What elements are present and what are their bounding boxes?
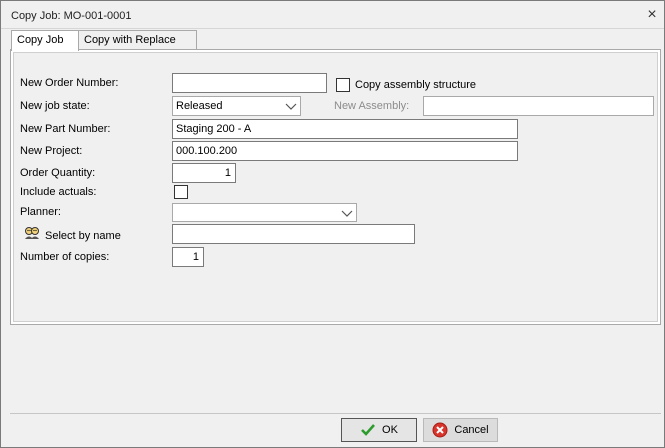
tab-copy-with-replace[interactable]: Copy with Replace [78,30,197,50]
new-part-number-input[interactable]: Staging 200 - A [172,119,518,139]
copy-assembly-label: Copy assembly structure [355,79,477,91]
button-bar: OK Cancel [10,413,661,447]
new-job-state-label: New job state: [20,100,90,112]
ok-button-label: OK [382,424,398,436]
ok-button[interactable]: OK [341,418,417,442]
planner-select[interactable] [172,203,357,222]
planner-label: Planner: [20,206,61,218]
new-order-number-input[interactable] [172,73,327,93]
order-quantity-label: Order Quantity: [20,167,96,179]
cancel-icon [432,422,448,438]
new-job-state-value: Released [176,100,223,112]
tab-copy-job-label: Copy Job [17,34,64,46]
cancel-button[interactable]: Cancel [423,418,498,442]
new-order-number-label: New Order Number: [20,77,119,89]
new-assembly-label: New Assembly: [334,100,410,112]
new-project-input[interactable]: 000.100.200 [172,141,518,161]
title-bar: Copy Job: MO-001-0001 × [1,1,664,29]
cancel-button-label: Cancel [454,424,489,436]
new-job-state-select[interactable]: Released [172,96,301,116]
copy-job-form: New Order Number: Copy assembly structur… [13,52,658,322]
copy-job-dialog: Copy Job: MO-001-0001 × Copy Job Copy wi… [0,0,665,448]
tab-copy-with-replace-label: Copy with Replace [84,34,176,46]
copy-job-panel: New Order Number: Copy assembly structur… [10,49,661,325]
window-title: Copy Job: MO-001-0001 [11,10,132,22]
chevron-down-icon [341,207,353,219]
copy-assembly-checkbox[interactable] [336,78,350,92]
new-part-number-label: New Part Number: [20,123,111,135]
include-actuals-checkbox[interactable] [174,185,188,199]
new-project-label: New Project: [20,145,83,157]
number-of-copies-input[interactable]: 1 [172,247,204,267]
people-icon[interactable] [24,226,40,240]
tab-copy-job[interactable]: Copy Job [11,30,79,51]
checkmark-icon [360,423,376,437]
close-icon[interactable]: × [644,7,660,24]
number-of-copies-label: Number of copies: [20,251,110,263]
order-quantity-input[interactable]: 1 [172,163,236,183]
include-actuals-label: Include actuals: [20,186,97,198]
new-assembly-input[interactable] [423,96,654,116]
chevron-down-icon [285,100,297,112]
select-by-name-label: Select by name [45,230,121,242]
select-by-name-input[interactable] [172,224,415,244]
